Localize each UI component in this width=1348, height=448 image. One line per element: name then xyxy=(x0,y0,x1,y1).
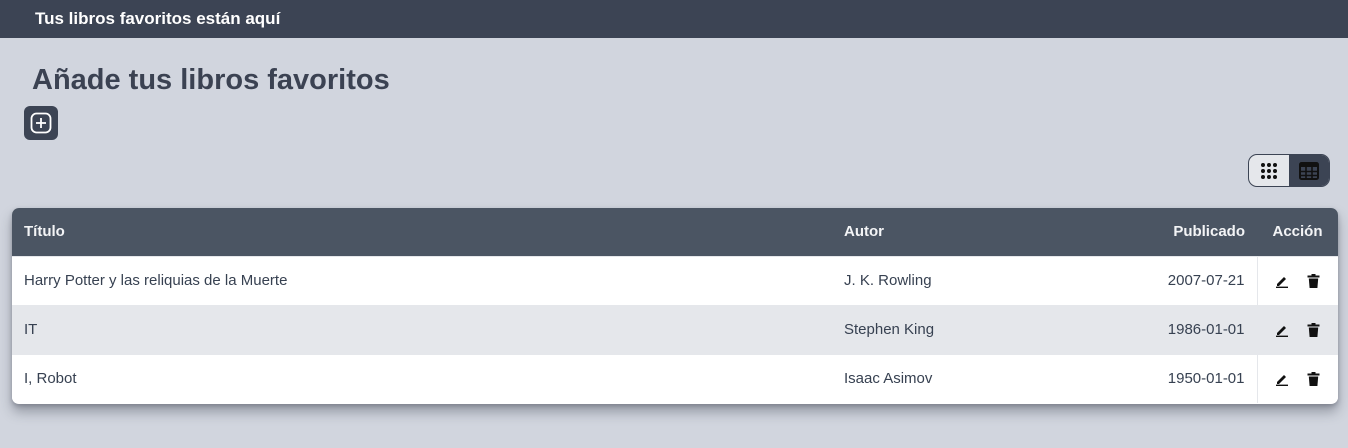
edit-button[interactable] xyxy=(1275,274,1289,288)
cell-author: Isaac Asimov xyxy=(844,370,933,388)
table-row: IT Stephen King 1986-01-01 xyxy=(12,305,1338,354)
cell-actions xyxy=(1256,305,1338,354)
cell-author: Stephen King xyxy=(844,321,935,338)
edit-button[interactable] xyxy=(1275,372,1289,386)
column-header-author[interactable]: Autor xyxy=(832,208,1132,256)
trash-icon xyxy=(1307,322,1320,337)
cell-actions xyxy=(1256,256,1338,305)
view-toggle xyxy=(1248,154,1330,187)
top-bar: Tus libros favoritos están aquí xyxy=(0,0,1348,38)
pencil-icon xyxy=(1276,276,1289,288)
delete-button[interactable] xyxy=(1307,371,1320,386)
grid-icon xyxy=(1261,162,1277,179)
add-book-button[interactable] xyxy=(24,106,58,140)
cell-published: 1950-01-01 xyxy=(1167,370,1245,388)
cell-title: I, Robot xyxy=(24,370,77,388)
column-header-title[interactable]: Título xyxy=(12,208,832,256)
cell-author: J. K. Rowling xyxy=(844,272,932,289)
column-header-published[interactable]: Publicado xyxy=(1132,208,1257,256)
books-table-card: Título Autor Publicado Acción Harry Pott… xyxy=(12,208,1338,404)
delete-button[interactable] xyxy=(1307,273,1320,288)
table-row: I, Robot Isaac Asimov 1950-01-01 xyxy=(12,354,1338,403)
books-table: Título Autor Publicado Acción Harry Pott… xyxy=(12,208,1338,403)
pencil-icon xyxy=(1276,325,1289,337)
delete-button[interactable] xyxy=(1307,322,1320,337)
cell-published: 2007-07-21 xyxy=(1167,272,1245,289)
cell-actions xyxy=(1256,354,1338,403)
page-title: Añade tus libros favoritos xyxy=(32,64,390,96)
plus-circle-icon xyxy=(30,112,52,134)
table-header-row: Título Autor Publicado Acción xyxy=(12,208,1338,256)
app-title: Tus libros favoritos están aquí xyxy=(35,9,281,28)
grid-view-button[interactable] xyxy=(1249,155,1289,186)
column-header-action: Acción xyxy=(1272,223,1323,241)
cell-title: IT xyxy=(24,321,38,338)
pencil-icon xyxy=(1276,374,1289,386)
table-icon xyxy=(1299,161,1319,180)
cell-title: Harry Potter y las reliquias de la Muert… xyxy=(24,272,288,289)
edit-button[interactable] xyxy=(1275,323,1289,337)
cell-published: 1986-01-01 xyxy=(1167,321,1245,338)
table-row: Harry Potter y las reliquias de la Muert… xyxy=(12,256,1338,305)
trash-icon xyxy=(1307,273,1320,288)
trash-icon xyxy=(1307,371,1320,386)
table-view-button[interactable] xyxy=(1289,155,1329,186)
